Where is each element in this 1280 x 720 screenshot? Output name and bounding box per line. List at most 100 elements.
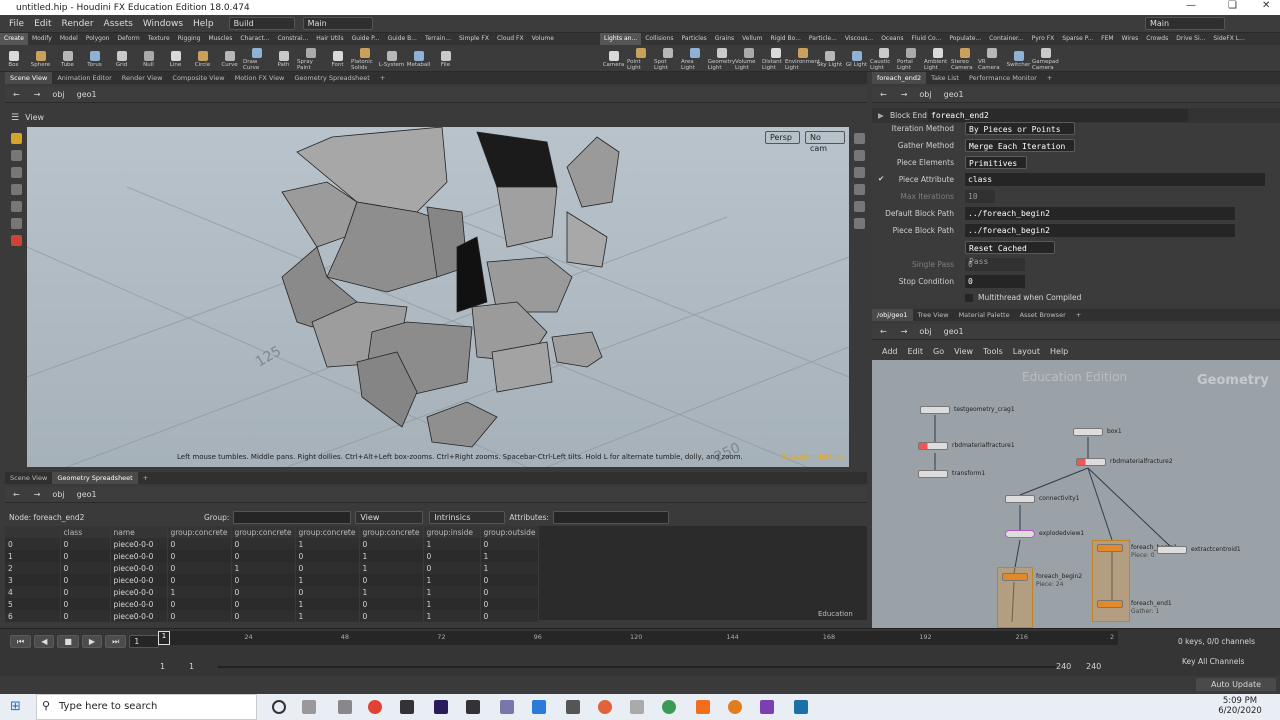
shelf-tab-pyro-fx[interactable]: Pyro FX <box>1028 33 1059 45</box>
tool-torus[interactable]: Torus <box>81 49 108 68</box>
tool-curve[interactable]: Curve <box>216 49 243 68</box>
rotate-tool-icon[interactable] <box>10 167 22 178</box>
visual-studio-icon[interactable] <box>760 700 774 714</box>
tool-switcher[interactable]: Switcher <box>1005 49 1032 68</box>
app-icon-8[interactable] <box>662 700 676 714</box>
tool-spot-light[interactable]: Spot Light <box>654 46 681 71</box>
playhead[interactable]: 1 <box>158 631 170 645</box>
shelf-tab-fluid-co[interactable]: Fluid Co... <box>908 33 946 45</box>
cortana-icon[interactable] <box>272 700 286 714</box>
tool-point-light[interactable]: Point Light <box>627 46 654 71</box>
node-exploded[interactable] <box>1005 530 1035 538</box>
shading-icon[interactable] <box>853 167 865 178</box>
select-tool-icon[interactable] <box>10 133 22 144</box>
piece-attribute-check[interactable]: ✔ <box>878 174 884 183</box>
minimize-icon[interactable]: — <box>1186 0 1196 11</box>
net-path-node[interactable]: geo1 <box>938 327 970 336</box>
tool-gi-light[interactable]: GI Light <box>843 49 870 68</box>
blender-icon[interactable] <box>728 700 742 714</box>
key-all-channels[interactable]: Key All Channels <box>1182 657 1244 666</box>
jump-start-icon[interactable]: ⏮ <box>10 635 32 648</box>
tool-draw-curve[interactable]: Draw Curve <box>243 46 270 71</box>
tab-animation-editor[interactable]: Animation Editor <box>52 72 116 84</box>
table-row[interactable]: 2 0 piece0-0-0 0 1 0 1 0 1 <box>5 562 540 574</box>
table-row[interactable]: 1 0 piece0-0-0 0 0 0 1 0 1 <box>5 550 540 562</box>
sheet-path-node[interactable]: geo1 <box>71 490 103 499</box>
snap-icon[interactable] <box>853 201 865 212</box>
chrome-icon[interactable] <box>368 700 382 714</box>
piece-attribute-field[interactable]: class <box>965 173 1265 186</box>
tool-portal-light[interactable]: Portal Light <box>897 46 924 71</box>
node-connectivity[interactable] <box>1005 495 1035 503</box>
net-forward-icon[interactable]: → <box>895 327 914 336</box>
node-begin2[interactable] <box>1002 573 1028 581</box>
menu-assets[interactable]: Assets <box>99 19 138 29</box>
tab-take-list[interactable]: Take List <box>926 72 964 84</box>
node-centroid[interactable] <box>1157 546 1187 554</box>
menu-help[interactable]: Help <box>188 19 219 29</box>
tab-obj-geo1[interactable]: /obj/geo1 <box>872 309 913 321</box>
menu-render[interactable]: Render <box>57 19 99 29</box>
jump-end-icon[interactable]: ⏭ <box>105 635 127 648</box>
persp-menu[interactable]: Persp <box>765 131 800 144</box>
app-icon-3[interactable] <box>500 700 514 714</box>
camera-menu[interactable]: No cam <box>805 131 845 153</box>
tool-gamepad-camera[interactable]: Gamepad Camera <box>1032 46 1059 71</box>
tab-performance-monitor[interactable]: Performance Monitor <box>964 72 1042 84</box>
sheet-path-root[interactable]: obj <box>46 490 70 499</box>
pose-tool-icon[interactable] <box>10 218 22 229</box>
column-header[interactable]: group:concrete <box>167 526 232 538</box>
single-pass-field[interactable]: 0 <box>965 258 1025 271</box>
column-header[interactable]: class <box>60 526 111 538</box>
taskbar-search[interactable]: Type here to search <box>36 694 257 720</box>
tab-foreach-end2[interactable]: foreach_end2 <box>872 72 927 84</box>
shelf-tab-muscles[interactable]: Muscles <box>204 33 236 45</box>
shelf-tab-rigging[interactable]: Rigging <box>174 33 205 45</box>
app-icon-5[interactable] <box>566 700 580 714</box>
shelf-tab-cloud-fx[interactable]: Cloud FX <box>493 33 528 45</box>
tab-scene-view[interactable]: Scene View <box>5 72 53 84</box>
step-back-icon[interactable]: ◀ <box>34 635 55 648</box>
lock-camera-icon[interactable] <box>853 150 865 161</box>
desktop-select[interactable]: Build <box>228 17 295 30</box>
auto-update-button[interactable]: Auto Update <box>1196 678 1276 691</box>
shelf-tab-particles[interactable]: Particles <box>677 33 710 45</box>
shelf-tab-oceans[interactable]: Oceans <box>877 33 907 45</box>
tool-caustic-light[interactable]: Caustic Light <box>870 46 897 71</box>
iteration-method-menu[interactable]: By Pieces or Points <box>965 122 1075 135</box>
tool-volume-light[interactable]: Volume Light <box>735 46 762 71</box>
shelf-tab-guide-p[interactable]: Guide P... <box>348 33 384 45</box>
shelf-tab-guide-b[interactable]: Guide B... <box>384 33 421 45</box>
max-iterations-field[interactable]: 10 <box>965 190 995 203</box>
shelf-tab-sparse-p[interactable]: Sparse P... <box>1058 33 1097 45</box>
reset-cached-pass-button[interactable]: Reset Cached Pass <box>965 241 1055 266</box>
scale-tool-icon[interactable] <box>10 184 22 195</box>
maximize-icon[interactable]: ❏ <box>1228 0 1237 11</box>
app-icon-2[interactable] <box>466 700 480 714</box>
tool-file[interactable]: File <box>432 49 459 68</box>
column-header[interactable]: group:concrete <box>295 526 360 538</box>
tool-platonic-solids[interactable]: Platonic Solids <box>351 46 378 71</box>
task-view-icon[interactable] <box>302 700 316 714</box>
tool-path[interactable]: Path <box>270 49 297 68</box>
move-tool-icon[interactable] <box>10 150 22 161</box>
shelf-tab-deform[interactable]: Deform <box>113 33 143 45</box>
column-header[interactable]: group:concrete <box>231 526 296 538</box>
net-menu-help[interactable]: Help <box>1045 347 1073 356</box>
forward-icon[interactable]: → <box>28 90 47 99</box>
tab-geometry-spreadsheet[interactable]: Geometry Spreadsheet <box>289 72 374 84</box>
range-end[interactable]: 240 <box>1056 662 1071 671</box>
tool-null[interactable]: Null <box>135 49 162 68</box>
table-row[interactable]: 6 0 piece0-0-0 0 0 1 0 1 0 <box>5 610 540 622</box>
net-menu-view[interactable]: View <box>949 347 978 356</box>
intrinsics-menu[interactable]: Intrinsics <box>429 510 506 524</box>
tab-tree-view[interactable]: Tree View <box>913 309 954 321</box>
3d-viewport[interactable]: 125 250 Persp No cam Left mouse tumbles.… <box>27 127 849 467</box>
tool-line[interactable]: Line <box>162 49 189 68</box>
stop-condition-field[interactable]: 0 <box>965 275 1025 288</box>
grid-toggle-icon[interactable] <box>853 218 865 229</box>
table-row[interactable]: 5 0 piece0-0-0 0 0 1 0 1 0 <box>5 598 540 610</box>
shelf-tab-viscous[interactable]: Viscous... <box>841 33 877 45</box>
view-menu-icon[interactable]: ☰ <box>5 113 25 123</box>
shelf-tab-vellum[interactable]: Vellum <box>738 33 766 45</box>
